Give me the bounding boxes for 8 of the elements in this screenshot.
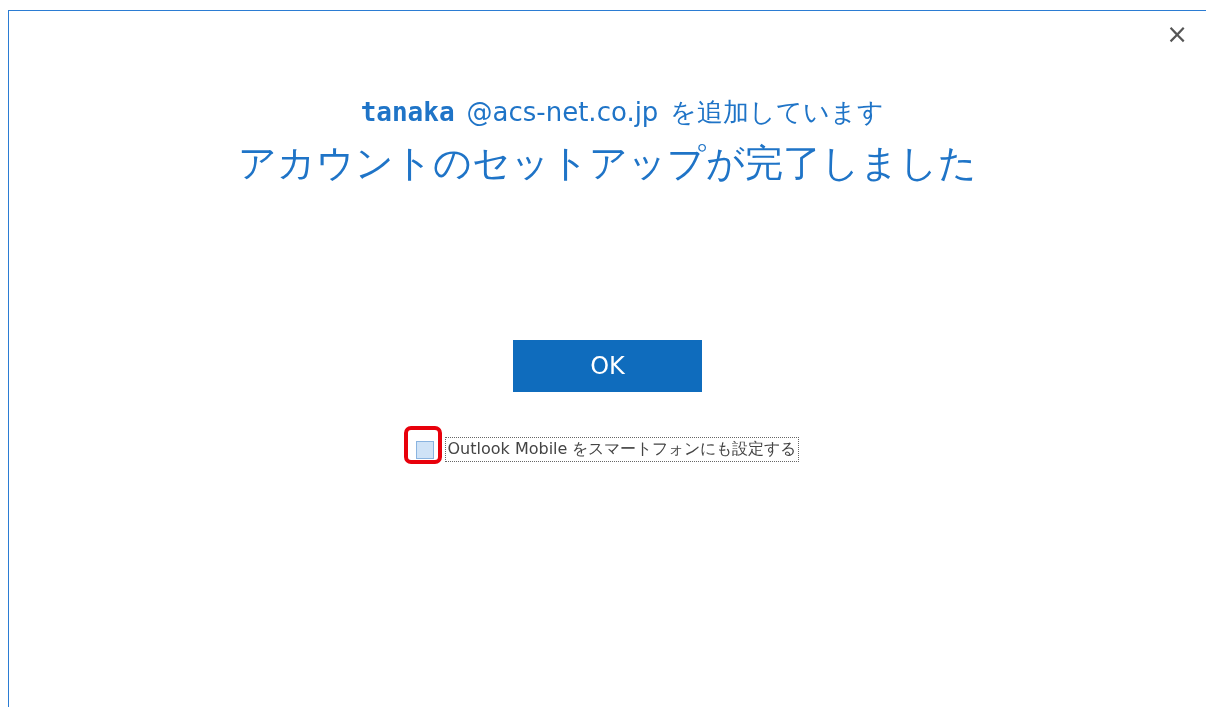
close-button[interactable]: × (1162, 21, 1192, 47)
account-domain: @acs-net.co.jp (466, 97, 659, 127)
checkbox[interactable] (415, 440, 434, 459)
ok-button[interactable]: OK (513, 340, 702, 392)
dialog-title: アカウントのセットアップが完了しました (238, 140, 977, 187)
checkbox-label[interactable]: Outlook Mobile をスマートフォンにも設定する (444, 437, 800, 462)
adding-status: を追加しています (670, 96, 885, 129)
user-name: tanaka (360, 97, 455, 127)
